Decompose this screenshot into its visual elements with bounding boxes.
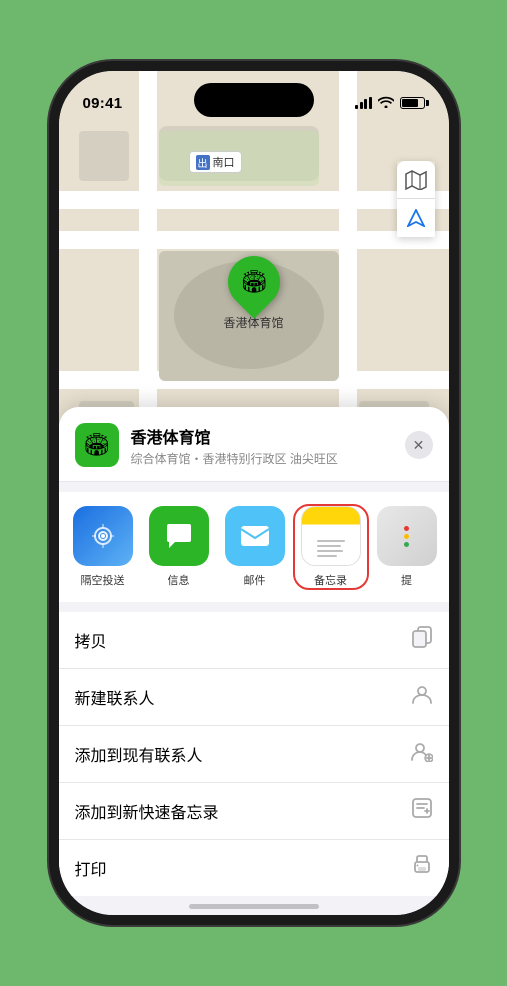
copy-icon xyxy=(411,626,433,654)
new-contact-icon xyxy=(411,683,433,711)
location-name: 香港体育馆 xyxy=(131,424,393,448)
action-add-note-label: 添加到新快速备忘录 xyxy=(75,799,219,823)
pin-emoji: 🏟 xyxy=(240,269,268,295)
share-notes[interactable]: 备忘录 xyxy=(295,506,367,588)
phone-frame: 09:41 xyxy=(59,71,449,915)
home-indicator xyxy=(59,896,449,915)
location-pin[interactable]: 🏟 香港体育馆 xyxy=(224,256,284,331)
notes-label: 备忘录 xyxy=(314,572,347,588)
action-add-existing-label: 添加到现有联系人 xyxy=(75,742,203,766)
more-label: 提 xyxy=(401,572,412,588)
action-new-contact[interactable]: 新建联系人 xyxy=(59,669,449,726)
print-icon xyxy=(411,854,433,882)
wifi-icon xyxy=(378,96,394,111)
dynamic-island xyxy=(194,83,314,117)
share-row: 隔空投送 信息 邮件 xyxy=(59,492,449,602)
airdrop-label: 隔空投送 xyxy=(81,572,125,588)
action-add-existing[interactable]: 添加到现有联系人 xyxy=(59,726,449,783)
action-copy-label: 拷贝 xyxy=(75,628,107,652)
action-new-contact-label: 新建联系人 xyxy=(75,685,155,709)
location-info: 香港体育馆 综合体育馆・香港特别行政区 油尖旺区 xyxy=(131,424,393,467)
location-header: 🏟 香港体育馆 综合体育馆・香港特别行政区 油尖旺区 ✕ xyxy=(59,407,449,482)
add-existing-icon xyxy=(411,740,433,768)
share-mail[interactable]: 邮件 xyxy=(219,506,291,588)
location-subtitle: 综合体育馆・香港特别行政区 油尖旺区 xyxy=(131,450,393,467)
action-list: 拷贝 新建联系人 添 xyxy=(59,612,449,896)
share-airdrop[interactable]: 隔空投送 xyxy=(67,506,139,588)
action-add-note[interactable]: 添加到新快速备忘录 xyxy=(59,783,449,840)
map-label: 出 南口 xyxy=(189,151,242,173)
action-print[interactable]: 打印 xyxy=(59,840,449,896)
map-type-button[interactable] xyxy=(397,161,435,199)
action-copy[interactable]: 拷贝 xyxy=(59,612,449,669)
status-time: 09:41 xyxy=(83,95,123,112)
location-icon: 🏟 xyxy=(75,423,119,467)
battery-icon xyxy=(400,97,425,109)
share-more[interactable]: 提 xyxy=(371,506,443,588)
action-print-label: 打印 xyxy=(75,856,107,880)
share-messages[interactable]: 信息 xyxy=(143,506,215,588)
add-note-icon xyxy=(411,797,433,825)
status-icons xyxy=(355,96,425,111)
close-button[interactable]: ✕ xyxy=(405,431,433,459)
mail-label: 邮件 xyxy=(244,572,266,588)
messages-label: 信息 xyxy=(168,572,190,588)
signal-bars-icon xyxy=(355,97,372,109)
bottom-sheet: 🏟 香港体育馆 综合体育馆・香港特别行政区 油尖旺区 ✕ xyxy=(59,407,449,915)
map-controls xyxy=(397,161,435,237)
navigation-button[interactable] xyxy=(397,199,435,237)
